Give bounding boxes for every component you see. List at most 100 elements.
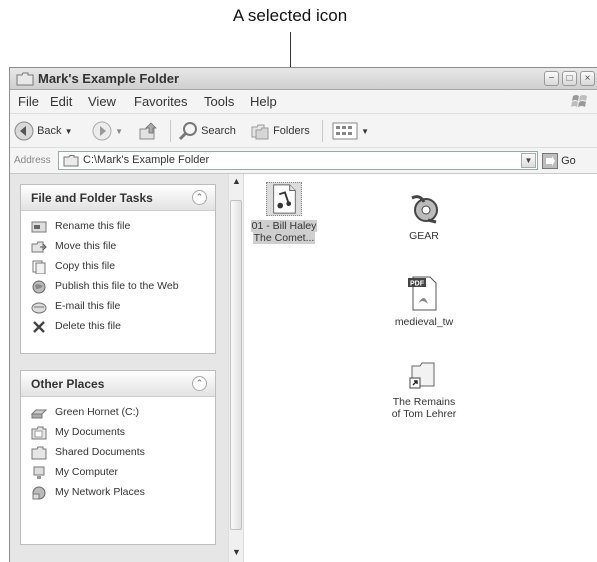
- network-icon: [32, 486, 46, 500]
- go-button[interactable]: Go: [542, 152, 576, 170]
- file-folder-tasks-panel: File and Folder Tasks ⌃ Rename this file…: [20, 184, 216, 354]
- maximize-button[interactable]: □: [562, 71, 577, 86]
- folder-icon: [16, 72, 34, 91]
- up-folder-icon: [139, 122, 157, 140]
- up-folder-button[interactable]: [138, 120, 160, 142]
- close-button[interactable]: ×: [580, 71, 595, 86]
- toolbar-separator: [322, 120, 323, 142]
- move-icon: [31, 241, 47, 253]
- panel-title: Other Places: [31, 377, 105, 391]
- menu-favorites[interactable]: Favorites: [134, 94, 187, 109]
- task-label: Rename this file: [55, 220, 131, 232]
- place-my-documents[interactable]: My Documents: [31, 426, 207, 440]
- place-shared-documents[interactable]: Shared Documents: [31, 446, 207, 460]
- search-label: Search: [201, 125, 236, 137]
- task-label: Copy this file: [55, 260, 116, 272]
- rename-icon: [31, 221, 47, 233]
- file-label: of Tom Lehrer: [391, 408, 457, 420]
- email-icon: [31, 302, 47, 314]
- callout-label: A selected icon: [232, 6, 348, 25]
- back-label: Back: [37, 125, 62, 137]
- file-label: 01 - Bill Haley: [250, 220, 318, 232]
- place-my-network-places[interactable]: My Network Places: [31, 486, 207, 500]
- file-label: medieval_tw: [394, 316, 454, 328]
- file-item-medieval-tw[interactable]: PDF medieval_tw: [379, 274, 469, 328]
- search-button[interactable]: Search: [178, 120, 236, 142]
- forward-button[interactable]: ▼: [92, 120, 123, 142]
- task-delete[interactable]: Delete this file: [31, 320, 207, 334]
- documents-icon: [31, 426, 47, 440]
- drive-icon: [31, 409, 47, 419]
- folder-icon: [63, 155, 79, 173]
- file-item-bill-haley[interactable]: 01 - Bill Haley The Comet...: [239, 182, 329, 244]
- task-label: Delete this file: [55, 320, 121, 332]
- task-move[interactable]: Move this file: [31, 240, 207, 254]
- views-icon: [332, 122, 358, 140]
- file-label: The Comet...: [252, 232, 316, 244]
- panel-header[interactable]: File and Folder Tasks ⌃: [21, 185, 215, 211]
- copy-icon: [32, 260, 46, 274]
- place-my-computer[interactable]: My Computer: [31, 466, 207, 480]
- place-label: My Documents: [55, 426, 126, 438]
- place-label: Green Hornet (C:): [55, 406, 140, 418]
- file-item-tom-lehrer[interactable]: The Remains of Tom Lehrer: [379, 358, 469, 420]
- computer-icon: [33, 466, 45, 479]
- shared-documents-icon: [31, 446, 47, 460]
- delete-icon: [33, 321, 45, 333]
- minimize-button[interactable]: −: [544, 71, 559, 86]
- scroll-thumb[interactable]: [230, 200, 242, 530]
- file-label: GEAR: [409, 230, 439, 242]
- task-label: Move this file: [55, 240, 117, 252]
- file-item-gear[interactable]: GEAR: [379, 192, 469, 242]
- go-label: Go: [561, 155, 576, 167]
- place-drive[interactable]: Green Hornet (C:): [31, 406, 207, 420]
- task-rename[interactable]: Rename this file: [31, 220, 207, 234]
- place-label: My Computer: [55, 466, 119, 478]
- task-publish[interactable]: Publish this file to the Web: [31, 280, 207, 294]
- go-arrow-icon: [542, 153, 558, 170]
- title-bar[interactable]: Mark's Example Folder − □ ×: [10, 68, 597, 90]
- task-label: E-mail this file: [55, 300, 121, 312]
- menu-bar: File Edit View Favorites Tools Help: [10, 90, 597, 114]
- address-label: Address: [14, 155, 51, 166]
- menu-tools[interactable]: Tools: [204, 94, 234, 109]
- menu-file[interactable]: File: [18, 94, 39, 109]
- collapse-icon[interactable]: ⌃: [192, 376, 207, 391]
- forward-dropdown-icon[interactable]: ▼: [115, 127, 123, 136]
- back-dropdown-icon[interactable]: ▼: [65, 127, 73, 136]
- svg-text:PDF: PDF: [410, 281, 425, 288]
- views-button[interactable]: ▼: [332, 120, 369, 142]
- toolbar: Back ▼ ▼ Search Folders ▼: [10, 114, 597, 148]
- shortcut-folder-icon: [409, 362, 435, 389]
- panel-title: File and Folder Tasks: [31, 191, 153, 205]
- task-copy[interactable]: Copy this file: [31, 260, 207, 274]
- address-value: C:\Mark's Example Folder: [83, 154, 210, 166]
- scroll-down-icon[interactable]: ▼: [231, 547, 242, 561]
- windows-logo-icon: [571, 93, 589, 109]
- back-arrow-icon: [14, 121, 34, 141]
- place-label: Shared Documents: [55, 446, 145, 458]
- panel-header[interactable]: Other Places ⌃: [21, 371, 215, 397]
- file-view: 01 - Bill Haley The Comet... GEAR PDF me…: [244, 174, 597, 562]
- menu-edit[interactable]: Edit: [50, 94, 72, 109]
- other-places-panel: Other Places ⌃ Green Hornet (C:) My Docu…: [20, 370, 216, 545]
- task-email[interactable]: E-mail this file: [31, 300, 207, 314]
- menu-help[interactable]: Help: [250, 94, 277, 109]
- gear-app-icon: [411, 195, 438, 224]
- explorer-window: Mark's Example Folder − □ × File Edit Vi…: [9, 67, 597, 562]
- folders-icon: [251, 124, 269, 140]
- menu-view[interactable]: View: [88, 94, 116, 109]
- file-label: The Remains: [392, 396, 456, 408]
- forward-arrow-icon: [92, 121, 112, 141]
- task-label: Publish this file to the Web: [55, 280, 179, 292]
- back-button[interactable]: Back ▼: [14, 120, 73, 142]
- views-dropdown-icon[interactable]: ▼: [361, 127, 369, 136]
- folders-button[interactable]: Folders: [250, 120, 310, 142]
- address-bar: Address C:\Mark's Example Folder ▼ Go: [10, 148, 597, 174]
- address-input[interactable]: C:\Mark's Example Folder ▼: [58, 151, 538, 170]
- pdf-file-icon: PDF: [408, 276, 437, 311]
- address-dropdown-icon[interactable]: ▼: [521, 153, 536, 168]
- window-title: Mark's Example Folder: [38, 71, 180, 86]
- publish-icon: [32, 280, 46, 294]
- collapse-icon[interactable]: ⌃: [192, 190, 207, 205]
